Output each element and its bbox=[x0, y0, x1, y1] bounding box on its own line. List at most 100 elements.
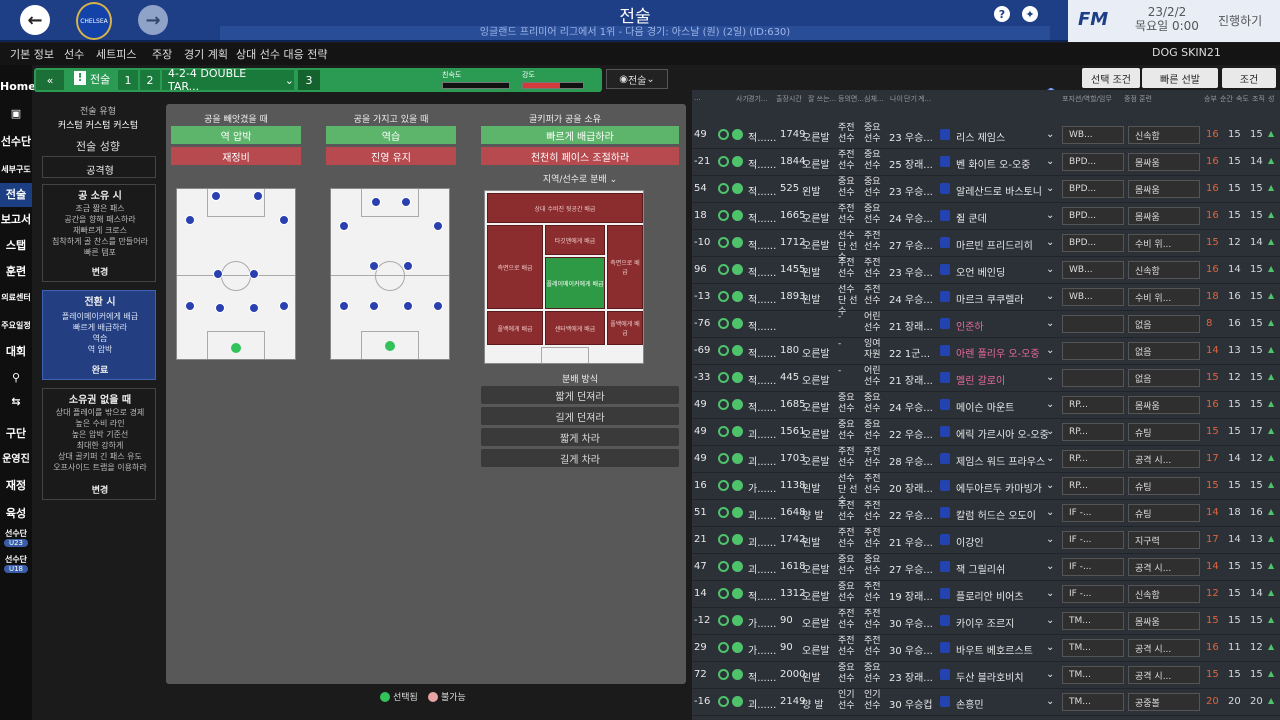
role-dropdown[interactable]: BPD... bbox=[1062, 153, 1124, 171]
table-row[interactable]: -69 적...... 180 오른발 - 잉여 자원 22 1군... 아렌 폴리우 오-오… bbox=[692, 338, 1280, 365]
search-icon[interactable]: ⚲ bbox=[0, 371, 32, 384]
nav-board[interactable]: 운영진 bbox=[0, 453, 32, 466]
table-row[interactable]: 49 적...... 1749 오른발 주전 선수 중요 선수 23 우승... 리스 제임스… bbox=[692, 122, 1280, 149]
player-name[interactable]: 손흥민 bbox=[956, 696, 984, 711]
table-row[interactable]: 29 가...... 90 오른발 주전 선수 주전 선수 30 우승... 바우트 베호르스… bbox=[692, 635, 1280, 662]
col-header[interactable]: 중점 훈련 bbox=[1124, 94, 1152, 104]
training-focus-dropdown[interactable]: 슈팅 bbox=[1128, 504, 1200, 522]
warning-icon[interactable]: ! bbox=[74, 71, 86, 85]
role-dropdown[interactable]: RP... bbox=[1062, 477, 1124, 495]
back-button[interactable]: ← bbox=[20, 5, 50, 35]
chevron-down-icon[interactable]: ⌄ bbox=[1046, 264, 1054, 275]
training-focus-dropdown[interactable]: 몸싸움 bbox=[1128, 180, 1200, 198]
table-row[interactable]: -33 적...... 445 오른발 - 어린 선수 21 장래... 멜린 갈로이 ⌄ 없음 1… bbox=[692, 365, 1280, 392]
table-row[interactable]: 51 괴...... 1648 양 발 주전 선수 주전 선수 22 우승... 칼럼 허드슨… bbox=[692, 500, 1280, 527]
training-focus-dropdown[interactable]: 몸싸움 bbox=[1128, 153, 1200, 171]
chevron-down-icon[interactable]: ⌄ bbox=[1046, 372, 1054, 383]
chevron-down-icon[interactable]: ⌄ bbox=[1046, 561, 1054, 572]
chevron-down-icon[interactable]: ⌄ bbox=[1046, 615, 1054, 626]
col-header[interactable]: 단기 bbox=[904, 94, 917, 104]
tactic-view-dropdown[interactable]: ◉ 전술 ⌄ bbox=[606, 69, 668, 89]
nav-depth[interactable]: 세부구도 bbox=[0, 163, 32, 176]
col-header[interactable]: 경기... bbox=[748, 94, 768, 104]
nav-development[interactable]: 육성 bbox=[0, 507, 32, 520]
table-row[interactable]: 49 괴...... 1703 오른발 주전 선수 주전 선수 28 우승... 제임스 워드… bbox=[692, 446, 1280, 473]
role-dropdown[interactable]: BPD... bbox=[1062, 234, 1124, 252]
tactic-slot-2[interactable]: 2 bbox=[140, 70, 160, 90]
table-row[interactable]: -10 적...... 1712 오른발 선수단 선수 주전 선수 27 우승... 마르빈 … bbox=[692, 230, 1280, 263]
role-dropdown[interactable]: IF -... bbox=[1062, 531, 1124, 549]
player-name[interactable]: 마르크 쿠쿠렐라 bbox=[956, 291, 1024, 306]
player-name[interactable]: 카이우 조르지 bbox=[956, 615, 1014, 630]
player-name[interactable]: 아렌 폴리우 오-오중 bbox=[956, 345, 1040, 360]
long-kick-button[interactable]: 길게 차라 bbox=[481, 449, 679, 467]
role-dropdown[interactable] bbox=[1062, 315, 1124, 333]
col-header[interactable]: 포지션/역할/임무 bbox=[1062, 94, 1112, 104]
short-throw-button[interactable]: 짧게 던져라 bbox=[481, 386, 679, 404]
chevron-down-icon[interactable]: ⌄ bbox=[1046, 588, 1054, 599]
role-dropdown[interactable]: WB... bbox=[1062, 261, 1124, 279]
col-header[interactable]: 사기 bbox=[736, 94, 749, 104]
forward-button[interactable]: → bbox=[138, 5, 168, 35]
col-header[interactable]: 심체... bbox=[864, 94, 884, 104]
tactic-slot-1[interactable]: 1 bbox=[118, 70, 138, 90]
col-header[interactable]: 조직 bbox=[1252, 94, 1265, 104]
chevron-down-icon[interactable]: ⌄ bbox=[1046, 696, 1054, 707]
zone-left-fullback[interactable]: 풀백에게 배급 bbox=[487, 311, 543, 345]
menu-captain[interactable]: 주장 bbox=[152, 46, 172, 62]
col-header[interactable]: 등의면... bbox=[838, 94, 864, 104]
col-header[interactable]: 승부 bbox=[1204, 94, 1217, 104]
role-dropdown[interactable] bbox=[1062, 369, 1124, 387]
long-throw-button[interactable]: 길게 던져라 bbox=[481, 407, 679, 425]
player-name[interactable]: 제임스 워드 프라우스 bbox=[956, 453, 1045, 468]
player-name[interactable]: 알레산드로 바스토니 bbox=[956, 183, 1042, 198]
chevron-down-icon[interactable]: ⌄ bbox=[1046, 480, 1054, 491]
player-name[interactable]: 쥘 쿤데 bbox=[956, 210, 987, 225]
nav-twitch[interactable]: ▣ bbox=[0, 107, 32, 120]
chevron-down-icon[interactable]: ⌄ bbox=[1046, 534, 1054, 545]
chevron-down-icon[interactable]: ⌄ bbox=[1046, 507, 1054, 518]
training-focus-dropdown[interactable]: 지구력 bbox=[1128, 531, 1200, 549]
chevron-down-icon[interactable]: ⌄ bbox=[1046, 291, 1054, 302]
player-name[interactable]: 에두아르두 카마빙가 bbox=[956, 480, 1042, 495]
chevron-down-icon[interactable]: ⌄ bbox=[1046, 129, 1054, 140]
nav-finance[interactable]: 재정 bbox=[0, 479, 32, 492]
table-row[interactable]: -12 가...... 90 오른발 주전 선수 주전 선수 30 우승... 카이우 조르지… bbox=[692, 608, 1280, 635]
player-name[interactable]: 이강인 bbox=[956, 534, 984, 549]
training-focus-dropdown[interactable]: 슈팅 bbox=[1128, 423, 1200, 441]
player-name[interactable]: 칼럼 허드슨 오도이 bbox=[956, 507, 1036, 522]
col-header[interactable]: ... bbox=[694, 94, 701, 102]
col-header[interactable]: 출장시간 bbox=[776, 94, 802, 104]
role-dropdown[interactable]: TM... bbox=[1062, 639, 1124, 657]
training-focus-dropdown[interactable]: 공격 시... bbox=[1128, 639, 1200, 657]
role-dropdown[interactable]: TM... bbox=[1062, 693, 1124, 711]
chevron-down-icon[interactable]: ⌄ bbox=[1046, 156, 1054, 167]
nav-training[interactable]: 훈련 bbox=[0, 265, 32, 278]
transition-done-button[interactable]: 완료 bbox=[43, 363, 157, 376]
menu-match-plan[interactable]: 경기 계획 bbox=[184, 46, 228, 62]
quick-pick-dropdown[interactable]: 빠른 선발 bbox=[1142, 68, 1218, 88]
training-focus-dropdown[interactable]: 없음 bbox=[1128, 342, 1200, 360]
nav-tactics[interactable]: 전술 bbox=[0, 183, 32, 207]
zone-right-flank[interactable]: 측면으로 배급 bbox=[607, 225, 643, 309]
role-dropdown[interactable]: IF -... bbox=[1062, 504, 1124, 522]
player-name[interactable]: 멜린 갈로이 bbox=[956, 372, 1005, 387]
zone-target-man[interactable]: 타깃맨에게 배급 bbox=[545, 225, 605, 255]
distribute-quickly-button[interactable]: 빠르게 배급하라 bbox=[481, 126, 679, 144]
chevron-down-icon[interactable]: ⌄ bbox=[1046, 183, 1054, 194]
tactic-slot-3[interactable]: 3 bbox=[298, 70, 320, 90]
training-focus-dropdown[interactable]: 없음 bbox=[1128, 369, 1200, 387]
possession-change-button[interactable]: 변경 bbox=[43, 265, 157, 278]
player-name[interactable]: 인준하 bbox=[956, 318, 984, 333]
role-dropdown[interactable]: WB... bbox=[1062, 288, 1124, 306]
player-name[interactable]: 두산 블라호비치 bbox=[956, 669, 1024, 684]
regroup-button[interactable]: 재정비 bbox=[171, 147, 301, 165]
training-focus-dropdown[interactable]: 없음 bbox=[1128, 315, 1200, 333]
menu-opposition[interactable]: 상대 선수 대응 전략 bbox=[236, 46, 327, 62]
counter-press-button[interactable]: 역 압박 bbox=[171, 126, 301, 144]
role-dropdown[interactable]: TM... bbox=[1062, 612, 1124, 630]
role-dropdown[interactable] bbox=[1062, 342, 1124, 360]
role-dropdown[interactable]: IF -... bbox=[1062, 558, 1124, 576]
next-match-subtitle[interactable]: 잉글랜드 프리미어 리그에서 1위 - 다음 경기: 아스날 (원) (2일) … bbox=[220, 26, 1050, 40]
collapse-button[interactable]: « bbox=[36, 70, 64, 90]
